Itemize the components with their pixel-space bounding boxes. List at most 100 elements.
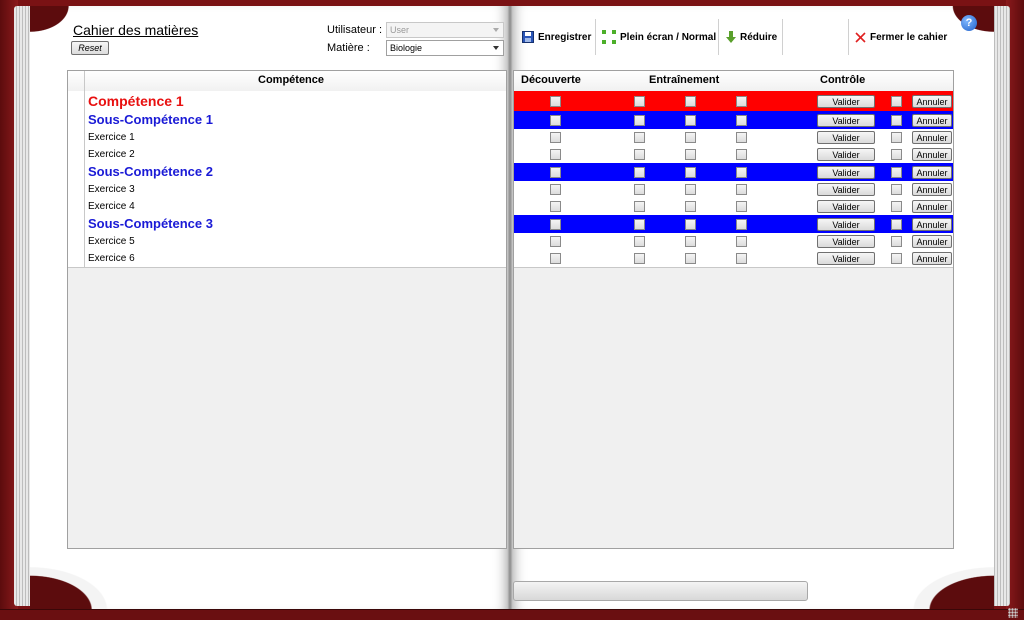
- valider-button[interactable]: Valider: [817, 148, 875, 161]
- controle-checkbox[interactable]: [891, 96, 902, 107]
- decouverte-checkbox[interactable]: [550, 184, 561, 195]
- competence-row[interactable]: Compétence 1: [68, 91, 506, 112]
- entrainement-checkbox-3[interactable]: [736, 253, 747, 264]
- entrainement-checkbox-2[interactable]: [685, 132, 696, 143]
- annuler-button[interactable]: Annuler: [912, 148, 952, 161]
- annuler-button[interactable]: Annuler: [912, 200, 952, 213]
- save-button[interactable]: Enregistrer: [518, 19, 595, 55]
- horizontal-scrollbar[interactable]: [513, 581, 808, 601]
- row-header[interactable]: [68, 129, 85, 146]
- help-icon[interactable]: ?: [961, 15, 977, 31]
- competence-row[interactable]: Exercice 3: [68, 181, 506, 199]
- competence-row[interactable]: Sous-Compétence 1: [68, 111, 506, 130]
- valider-button[interactable]: Valider: [817, 218, 875, 231]
- entrainement-checkbox-2[interactable]: [685, 115, 696, 126]
- reset-button[interactable]: Reset: [71, 41, 109, 55]
- controle-checkbox[interactable]: [891, 115, 902, 126]
- column-header-entrainement[interactable]: Entraînement: [649, 74, 719, 86]
- row-header[interactable]: [68, 198, 85, 215]
- entrainement-checkbox-1[interactable]: [634, 201, 645, 212]
- annuler-button[interactable]: Annuler: [912, 166, 952, 179]
- minimize-button[interactable]: Réduire: [722, 19, 781, 55]
- decouverte-checkbox[interactable]: [550, 201, 561, 212]
- competence-row[interactable]: Sous-Compétence 3: [68, 215, 506, 234]
- row-header[interactable]: [68, 250, 85, 267]
- controle-checkbox[interactable]: [891, 219, 902, 230]
- entrainement-checkbox-2[interactable]: [685, 201, 696, 212]
- entrainement-checkbox-1[interactable]: [634, 167, 645, 178]
- decouverte-checkbox[interactable]: [550, 253, 561, 264]
- entrainement-checkbox-1[interactable]: [634, 132, 645, 143]
- valider-button[interactable]: Valider: [817, 166, 875, 179]
- annuler-button[interactable]: Annuler: [912, 235, 952, 248]
- entrainement-checkbox-1[interactable]: [634, 184, 645, 195]
- row-header[interactable]: [68, 111, 85, 129]
- row-header[interactable]: [68, 91, 85, 111]
- competence-row[interactable]: Exercice 5: [68, 233, 506, 251]
- valider-button[interactable]: Valider: [817, 183, 875, 196]
- annuler-button[interactable]: Annuler: [912, 252, 952, 265]
- entrainement-checkbox-2[interactable]: [685, 96, 696, 107]
- decouverte-checkbox[interactable]: [550, 149, 561, 160]
- column-header-controle[interactable]: Contrôle: [820, 74, 865, 86]
- resize-grip-icon[interactable]: [1008, 608, 1018, 618]
- row-header[interactable]: [68, 233, 85, 250]
- entrainement-checkbox-2[interactable]: [685, 236, 696, 247]
- entrainement-checkbox-2[interactable]: [685, 184, 696, 195]
- controle-checkbox[interactable]: [891, 236, 902, 247]
- controle-checkbox[interactable]: [891, 167, 902, 178]
- controle-checkbox[interactable]: [891, 149, 902, 160]
- valider-button[interactable]: Valider: [817, 252, 875, 265]
- column-header-competence[interactable]: Compétence: [258, 74, 324, 86]
- row-header[interactable]: [68, 215, 85, 233]
- valider-button[interactable]: Valider: [817, 95, 875, 108]
- decouverte-checkbox[interactable]: [550, 115, 561, 126]
- entrainement-checkbox-2[interactable]: [685, 219, 696, 230]
- valider-button[interactable]: Valider: [817, 235, 875, 248]
- entrainement-checkbox-3[interactable]: [736, 219, 747, 230]
- entrainement-checkbox-1[interactable]: [634, 115, 645, 126]
- valider-button[interactable]: Valider: [817, 114, 875, 127]
- competence-row[interactable]: Exercice 4: [68, 198, 506, 216]
- entrainement-checkbox-1[interactable]: [634, 149, 645, 160]
- controle-checkbox[interactable]: [891, 253, 902, 264]
- subject-select[interactable]: Biologie: [386, 40, 504, 56]
- annuler-button[interactable]: Annuler: [912, 95, 952, 108]
- entrainement-checkbox-3[interactable]: [736, 96, 747, 107]
- annuler-button[interactable]: Annuler: [912, 218, 952, 231]
- entrainement-checkbox-3[interactable]: [736, 132, 747, 143]
- entrainement-checkbox-1[interactable]: [634, 96, 645, 107]
- entrainement-checkbox-1[interactable]: [634, 219, 645, 230]
- row-header[interactable]: [68, 163, 85, 181]
- annuler-button[interactable]: Annuler: [912, 183, 952, 196]
- annuler-button[interactable]: Annuler: [912, 131, 952, 144]
- competence-row[interactable]: Exercice 2: [68, 146, 506, 164]
- entrainement-checkbox-3[interactable]: [736, 115, 747, 126]
- decouverte-checkbox[interactable]: [550, 132, 561, 143]
- entrainement-checkbox-3[interactable]: [736, 149, 747, 160]
- row-header[interactable]: [68, 181, 85, 198]
- controle-checkbox[interactable]: [891, 132, 902, 143]
- close-notebook-button[interactable]: Fermer le cahier: [851, 19, 951, 55]
- entrainement-checkbox-3[interactable]: [736, 236, 747, 247]
- user-select[interactable]: User: [386, 22, 504, 38]
- valider-button[interactable]: Valider: [817, 200, 875, 213]
- competence-row[interactable]: Exercice 6: [68, 250, 506, 268]
- decouverte-checkbox[interactable]: [550, 219, 561, 230]
- column-header-decouverte[interactable]: Découverte: [521, 74, 581, 86]
- competence-row[interactable]: Sous-Compétence 2: [68, 163, 506, 182]
- entrainement-checkbox-1[interactable]: [634, 236, 645, 247]
- fullscreen-toggle-button[interactable]: Plein écran / Normal: [598, 19, 720, 55]
- entrainement-checkbox-2[interactable]: [685, 167, 696, 178]
- entrainement-checkbox-1[interactable]: [634, 253, 645, 264]
- entrainement-checkbox-3[interactable]: [736, 201, 747, 212]
- decouverte-checkbox[interactable]: [550, 236, 561, 247]
- decouverte-checkbox[interactable]: [550, 96, 561, 107]
- valider-button[interactable]: Valider: [817, 131, 875, 144]
- row-header[interactable]: [68, 146, 85, 163]
- controle-checkbox[interactable]: [891, 201, 902, 212]
- entrainement-checkbox-3[interactable]: [736, 167, 747, 178]
- decouverte-checkbox[interactable]: [550, 167, 561, 178]
- competence-row[interactable]: Exercice 1: [68, 129, 506, 147]
- entrainement-checkbox-3[interactable]: [736, 184, 747, 195]
